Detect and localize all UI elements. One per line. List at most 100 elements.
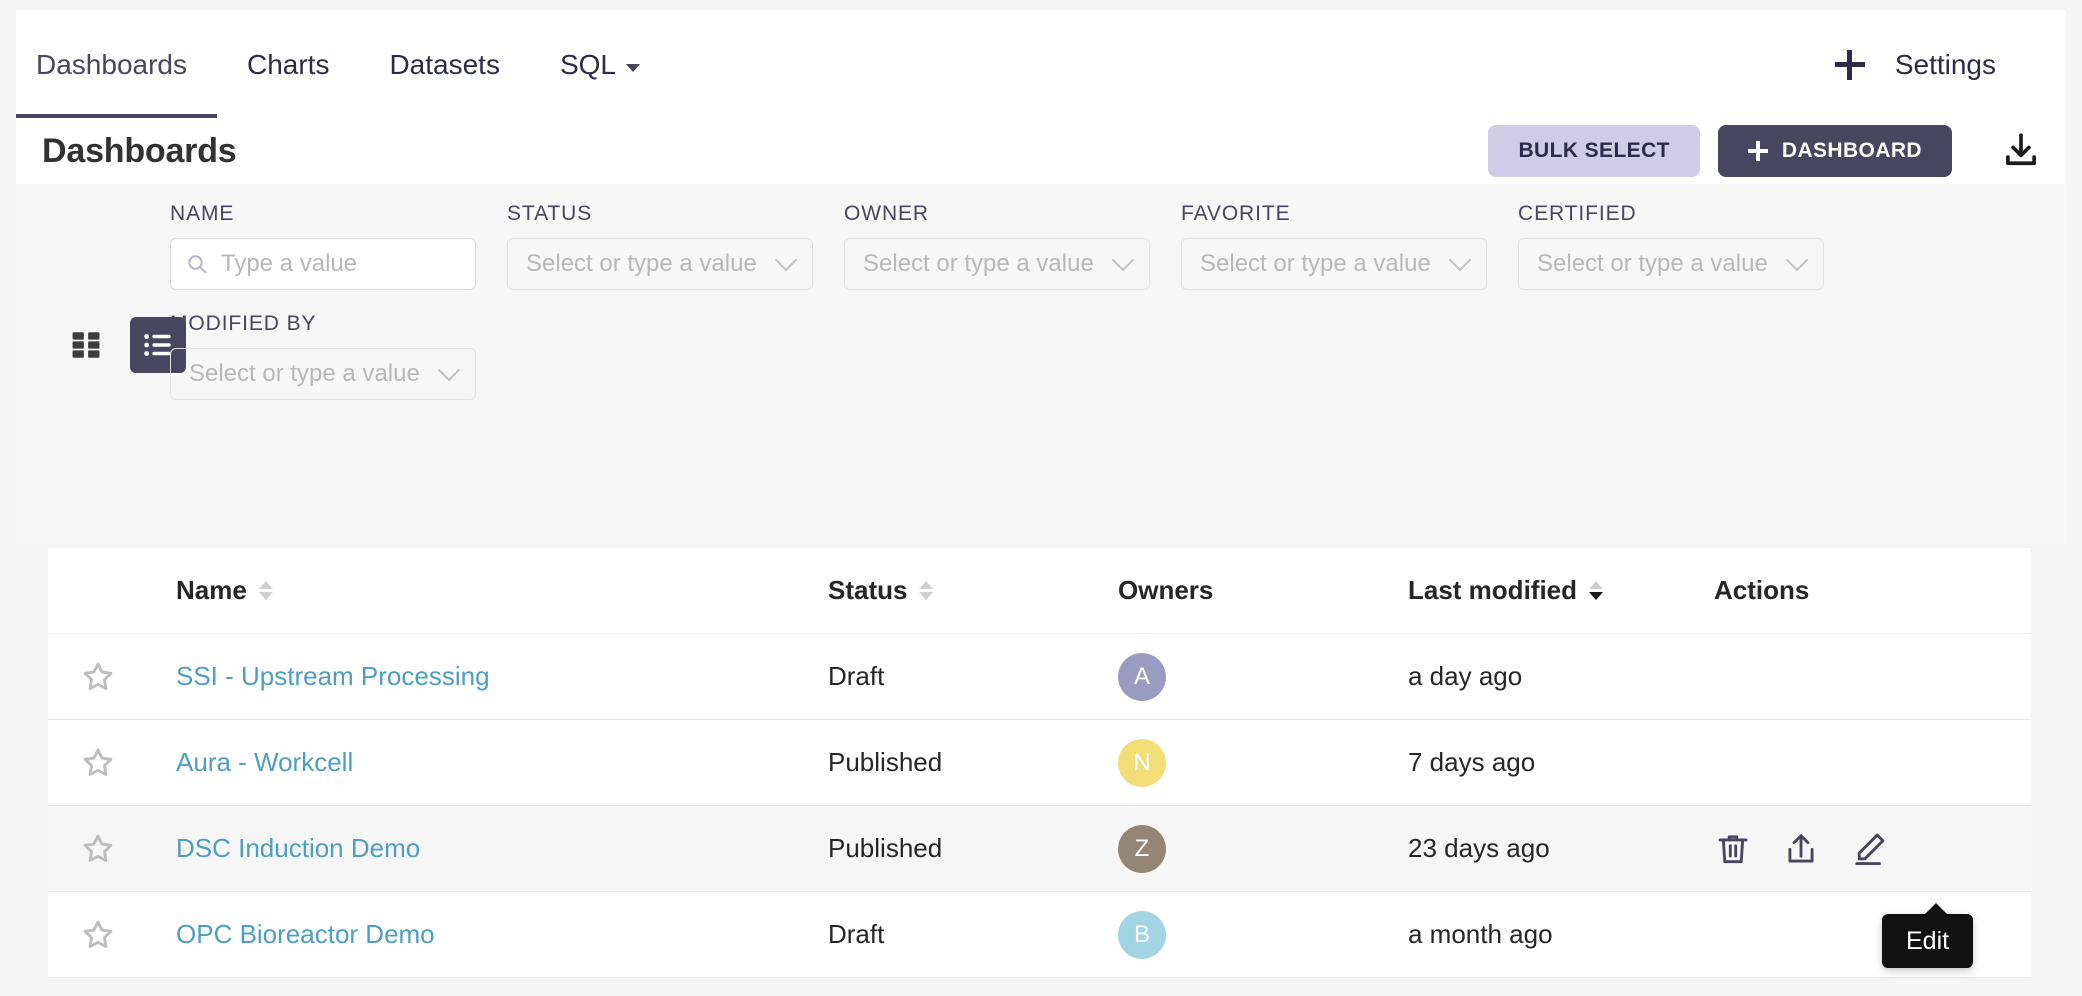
new-dashboard-label: DASHBOARD — [1781, 139, 1922, 162]
last-modified-cell: a month ago — [1408, 919, 1708, 950]
column-header-last-modified[interactable]: Last modified — [1408, 575, 1708, 606]
nav-item-datasets[interactable]: Datasets — [359, 10, 530, 120]
chevron-down-icon — [774, 248, 798, 272]
filter-label: STATUS — [507, 202, 593, 225]
certified-select[interactable]: Select or type a value — [1518, 238, 1824, 290]
column-header-owners: Owners — [1118, 575, 1408, 606]
dashboards-table: Name Status Owners Last modified Actions — [48, 548, 2031, 978]
table-row[interactable]: Aura - Workcell Published N 7 days ago — [48, 720, 2031, 806]
dashboard-status: Published — [828, 833, 1118, 864]
favorite-select[interactable]: Select or type a value — [1181, 238, 1487, 290]
dashboard-status: Draft — [828, 919, 1118, 950]
favorite-star-button[interactable] — [48, 831, 148, 867]
nav-item-label: SQL — [559, 49, 616, 80]
filter-label: MODIFIED BY — [170, 312, 317, 335]
filter-label: OWNER — [844, 202, 929, 225]
last-modified-cell: 7 days ago — [1408, 747, 1708, 778]
avatar[interactable]: Z — [1118, 824, 1166, 873]
nav-item-dashboards[interactable]: Dashboards — [16, 10, 217, 120]
bulk-select-button[interactable]: BULK SELECT — [1488, 125, 1700, 177]
filter-name: NAME Type a value — [170, 202, 507, 290]
new-dashboard-button[interactable]: DASHBOARD — [1717, 125, 1952, 177]
table-row[interactable]: DSC Induction Demo Published Z 23 days a… — [48, 806, 2031, 892]
star-icon — [83, 920, 113, 948]
star-icon — [83, 662, 113, 690]
nav-right-actions: Settings — [1817, 10, 2066, 120]
chevron-down-icon — [625, 64, 640, 72]
last-modified-text: 7 days ago — [1408, 747, 1536, 777]
delete-button[interactable] — [1714, 830, 1752, 868]
page-header: Dashboards BULK SELECT DASHBOARD — [16, 118, 2066, 184]
owner-select[interactable]: Select or type a value — [844, 238, 1150, 290]
certified-select-placeholder: Select or type a value — [1537, 250, 1768, 277]
avatar[interactable]: N — [1118, 738, 1166, 787]
nav-item-sql[interactable]: SQL — [530, 10, 670, 120]
column-header-status[interactable]: Status — [828, 575, 1118, 606]
dashboard-name-link[interactable]: OPC Bioreactor Demo — [148, 919, 828, 950]
edit-button[interactable] — [1850, 830, 1888, 868]
filter-owner: OWNER Select or type a value — [844, 202, 1181, 290]
filter-label: CERTIFIED — [1518, 202, 1637, 225]
nav-item-label: Datasets — [389, 49, 500, 80]
new-menu-button[interactable] — [1817, 50, 1883, 80]
card-grid-view-icon — [72, 332, 100, 358]
favorite-star-button[interactable] — [48, 745, 148, 781]
status-text: Draft — [828, 661, 885, 691]
sort-indicator[interactable] — [1589, 581, 1604, 600]
row-actions — [1708, 830, 2031, 868]
import-download-icon — [2006, 133, 2036, 166]
tooltip-edit: Edit — [1882, 903, 1974, 968]
column-header-name[interactable]: Name — [148, 575, 828, 606]
nav-item-label: Dashboards — [36, 49, 187, 80]
header-actions: BULK SELECT DASHBOARD — [1488, 124, 2048, 178]
modified-by-select[interactable]: Select or type a value — [170, 348, 476, 400]
dashboard-status: Draft — [828, 661, 1118, 692]
avatar[interactable]: A — [1118, 652, 1166, 701]
favorite-star-button[interactable] — [48, 659, 148, 695]
chevron-down-icon — [1111, 248, 1135, 272]
avatar[interactable]: B — [1118, 910, 1166, 959]
filter-label: FAVORITE — [1181, 202, 1291, 225]
filter-favorite: FAVORITE Select or type a value — [1181, 202, 1518, 290]
plus-icon — [1834, 50, 1865, 80]
filter-modified-by: MODIFIED BY Select or type a value — [170, 312, 507, 400]
tooltip-text: Edit — [1906, 926, 1950, 955]
filter-status: STATUS Select or type a value — [507, 202, 844, 290]
dashboard-name: SSI - Upstream Processing — [176, 661, 490, 691]
chevron-down-icon — [1448, 248, 1472, 272]
favorite-star-button[interactable] — [48, 917, 148, 953]
sort-indicator[interactable] — [258, 581, 273, 600]
dashboard-name: OPC Bioreactor Demo — [176, 919, 435, 949]
table-header-row: Name Status Owners Last modified Actions — [48, 548, 2031, 634]
import-dashboards-button[interactable] — [1994, 124, 2048, 178]
view-mode-toggle — [58, 317, 186, 373]
owners-cell: A — [1118, 652, 1408, 701]
star-icon — [83, 748, 113, 776]
filters-grid: NAME Type a value STATUS Select or type … — [170, 202, 2020, 422]
table-row[interactable]: SSI - Upstream Processing Draft A a day … — [48, 634, 2031, 720]
owners-cell: B — [1118, 910, 1408, 959]
last-modified-text: a day ago — [1408, 661, 1523, 691]
owners-cell: N — [1118, 738, 1408, 787]
table-row[interactable]: OPC Bioreactor Demo Draft B a month ago — [48, 892, 2031, 978]
export-icon — [1788, 833, 1814, 862]
dashboard-name: DSC Induction Demo — [176, 833, 421, 863]
dashboard-name-link[interactable]: DSC Induction Demo — [148, 833, 828, 864]
search-input[interactable]: Type a value — [170, 238, 476, 290]
owner-select-placeholder: Select or type a value — [863, 250, 1094, 277]
status-select-placeholder: Select or type a value — [526, 250, 757, 277]
sort-indicator[interactable] — [919, 581, 934, 600]
column-header-actions: Actions — [1708, 575, 2031, 606]
card-view-toggle[interactable] — [58, 317, 114, 373]
settings-label: Settings — [1894, 49, 1996, 80]
dashboard-name-link[interactable]: Aura - Workcell — [148, 747, 828, 778]
dashboard-name-link[interactable]: SSI - Upstream Processing — [148, 661, 828, 692]
status-select[interactable]: Select or type a value — [507, 238, 813, 290]
export-button[interactable] — [1782, 830, 1820, 868]
plus-icon — [1747, 141, 1768, 161]
status-text: Published — [828, 833, 943, 863]
column-header-label: Last modified — [1408, 575, 1578, 605]
superset-dashboards-page: Dashboards Charts Datasets SQL Settings — [0, 0, 2082, 996]
settings-menu-button[interactable]: Settings — [1883, 49, 2008, 81]
nav-item-charts[interactable]: Charts — [217, 10, 359, 120]
